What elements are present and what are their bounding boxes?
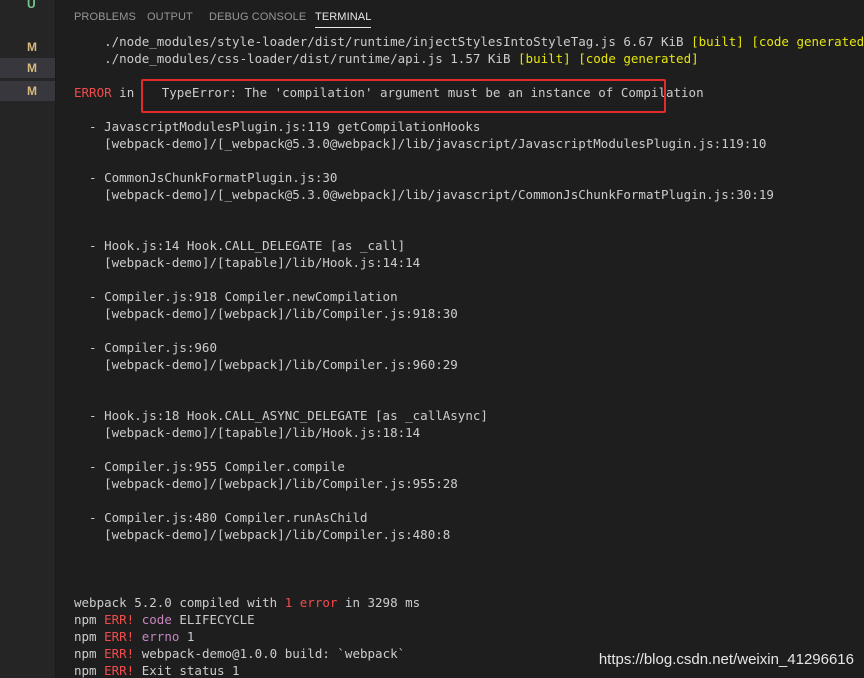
built-tag: [built] [code generated] — [518, 51, 699, 66]
error-highlight-box — [141, 79, 666, 113]
npm-err-line: npm ERR! webpack-demo@1.0.0 build: `webp… — [74, 645, 405, 662]
npm-err-line: npm ERR! errno 1 — [74, 628, 194, 645]
stack-line: [webpack-demo]/[_webpack@5.3.0@webpack]/… — [74, 136, 767, 151]
summary-text: webpack 5.2.0 compiled with — [74, 595, 285, 610]
scm-modified-badge[interactable]: M — [0, 58, 55, 78]
panel-tab-bar: PROBLEMS OUTPUT DEBUG CONSOLE TERMINAL — [56, 0, 864, 32]
stack-line: [webpack-demo]/[webpack]/lib/Compiler.js… — [74, 357, 458, 372]
badge-text: U — [27, 0, 36, 11]
error-label: ERROR — [74, 85, 112, 100]
npm-err-line: npm ERR! code ELIFECYCLE — [74, 611, 255, 628]
stack-line: - Compiler.js:960 — [74, 340, 217, 355]
scm-untracked-badge[interactable]: U — [0, 0, 55, 14]
npm-prefix: npm — [74, 646, 105, 661]
terminal-line: ./node_modules/style-loader/dist/runtime… — [74, 33, 864, 50]
npm-err-value: Exit status 1 — [134, 663, 240, 678]
built-tag: [built] [code generated] — [691, 34, 864, 49]
stack-line: [webpack-demo]/[webpack]/lib/Compiler.js… — [74, 306, 458, 321]
watermark: https://blog.csdn.net/weixin_41296616 — [598, 651, 854, 668]
badge-text: M — [27, 84, 37, 98]
tab-debug-console[interactable]: DEBUG CONSOLE — [209, 0, 306, 32]
badge-text: M — [27, 40, 37, 54]
npm-prefix: npm — [74, 629, 105, 644]
scm-modified-badge[interactable]: M — [0, 81, 55, 101]
scm-gutter: U M M M — [0, 0, 56, 678]
compile-summary-line: webpack 5.2.0 compiled with 1 error in 3… — [74, 594, 420, 611]
npm-err-value: ELIFECYCLE — [171, 612, 255, 627]
summary-time: in 3298 ms — [337, 595, 421, 610]
module-path: ./node_modules/css-loader/dist/runtime/a… — [74, 51, 519, 66]
stack-line: - JavascriptModulesPlugin.js:119 getComp… — [74, 119, 481, 134]
npm-err-tag: ERR! — [104, 612, 135, 627]
terminal-line: ./node_modules/css-loader/dist/runtime/a… — [74, 50, 699, 67]
npm-err-key: errno — [134, 629, 180, 644]
stack-line: - Compiler.js:955 Compiler.compile — [74, 459, 345, 474]
stack-line: - Compiler.js:480 Compiler.runAsChild — [74, 510, 368, 525]
tab-output[interactable]: OUTPUT — [147, 0, 193, 32]
scm-modified-badge[interactable]: M — [0, 37, 55, 57]
error-in-text: in — [111, 85, 142, 100]
error-count: 1 error — [284, 595, 338, 610]
stack-line: [webpack-demo]/[tapable]/lib/Hook.js:18:… — [74, 425, 421, 440]
badge-text: M — [27, 61, 37, 75]
stack-line: [webpack-demo]/[webpack]/lib/Compiler.js… — [74, 476, 458, 491]
npm-err-tag: ERR! — [104, 629, 135, 644]
npm-err-tag: ERR! — [104, 663, 135, 678]
stack-line: [webpack-demo]/[_webpack@5.3.0@webpack]/… — [74, 187, 774, 202]
stack-line: - CommonJsChunkFormatPlugin.js:30 — [74, 170, 338, 185]
stack-line: [webpack-demo]/[tapable]/lib/Hook.js:14:… — [74, 255, 421, 270]
tab-problems[interactable]: PROBLEMS — [74, 0, 136, 32]
stack-line: [webpack-demo]/[webpack]/lib/Compiler.js… — [74, 527, 451, 542]
module-path: ./node_modules/style-loader/dist/runtime… — [74, 34, 692, 49]
npm-prefix: npm — [74, 663, 105, 678]
stack-line: - Compiler.js:918 Compiler.newCompilatio… — [74, 289, 398, 304]
npm-err-tag: ERR! — [104, 646, 135, 661]
tab-terminal[interactable]: TERMINAL — [315, 0, 372, 32]
npm-err-key: code — [134, 612, 172, 627]
stack-line: - Hook.js:14 Hook.CALL_DELEGATE [as _cal… — [74, 238, 406, 253]
npm-prefix: npm — [74, 612, 105, 627]
stack-line: - Hook.js:18 Hook.CALL_ASYNC_DELEGATE [a… — [74, 408, 488, 423]
npm-err-line: npm ERR! Exit status 1 — [74, 662, 240, 678]
npm-err-value: 1 — [179, 629, 195, 644]
npm-err-value: webpack-demo@1.0.0 build: `webpack` — [134, 646, 406, 661]
